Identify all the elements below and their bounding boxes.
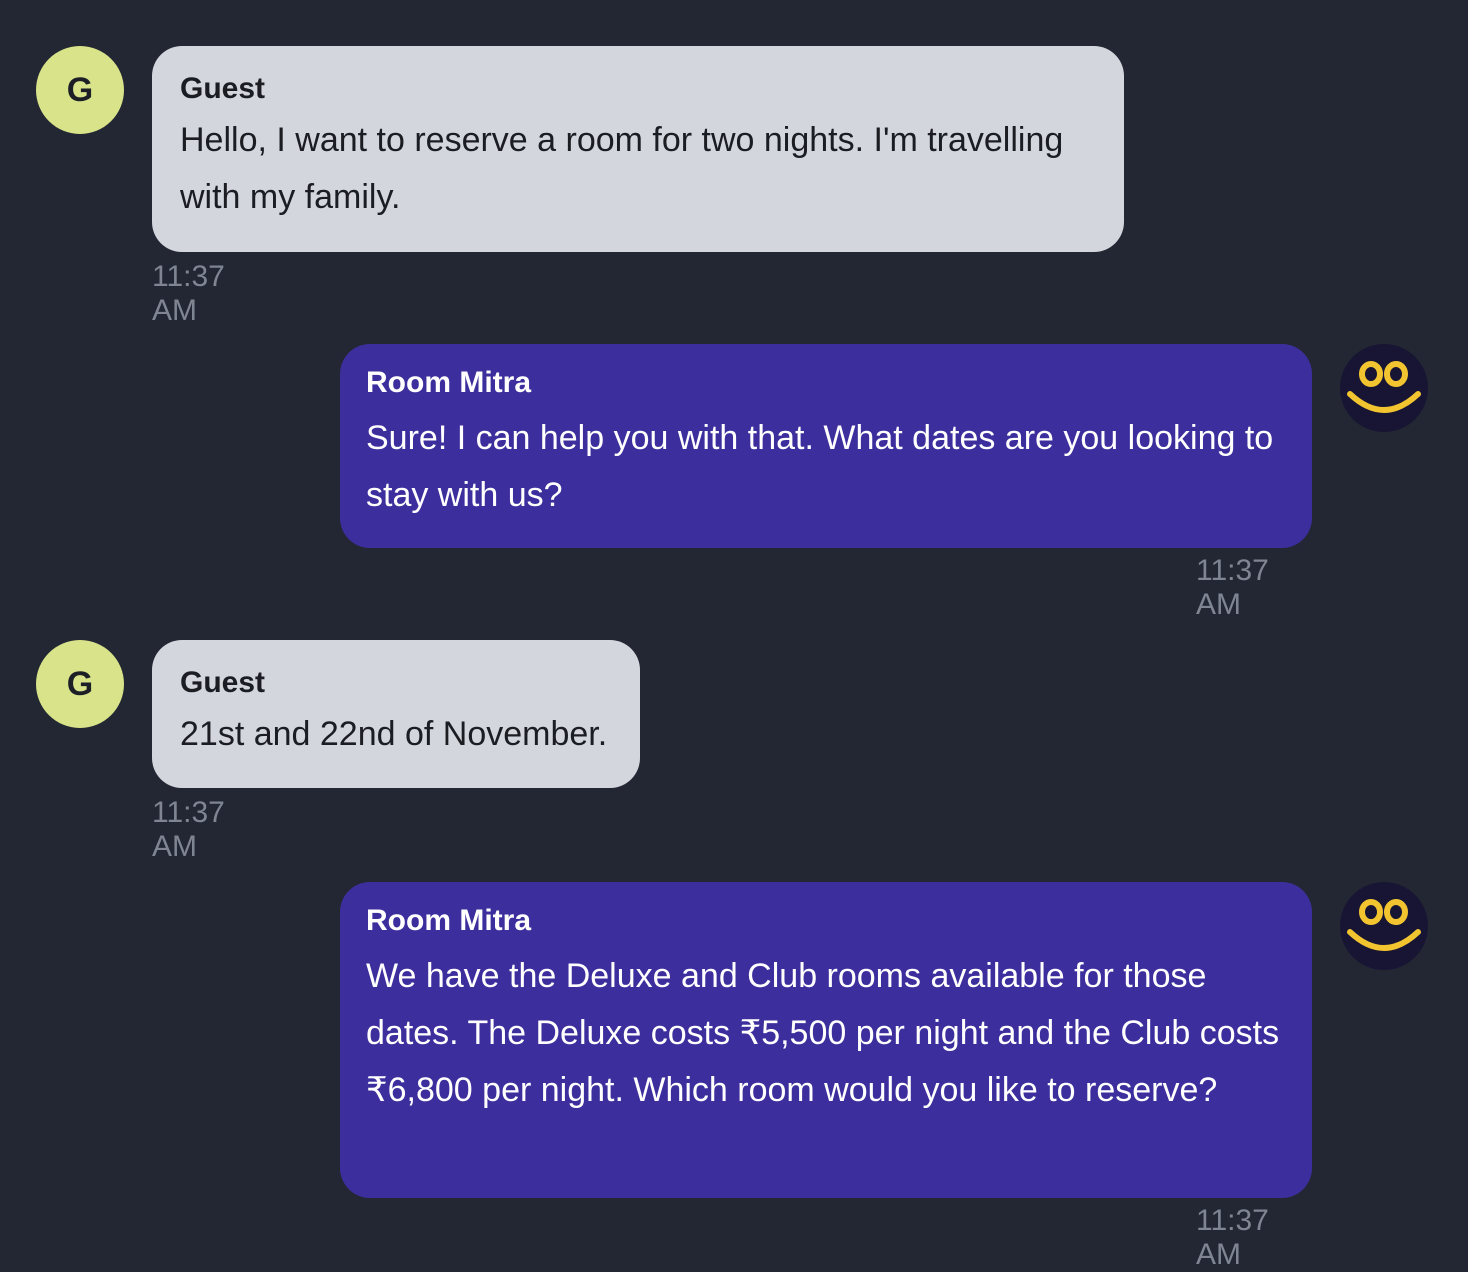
guest-avatar: G (36, 46, 124, 134)
sender-name: Room Mitra (366, 366, 531, 399)
guest-message-bubble: Guest 21st and 22nd of November. (152, 640, 640, 788)
guest-message-bubble: Guest Hello, I want to reserve a room fo… (152, 46, 1124, 252)
message-text: Sure! I can help you with that. What dat… (366, 419, 1274, 514)
sender-name: Guest (180, 72, 266, 105)
message-timestamp: 11:37 AM (152, 260, 225, 327)
bot-message-bubble: Room Mitra Sure! I can help you with tha… (340, 344, 1312, 548)
message-timestamp: 11:37 AM (1196, 1204, 1269, 1271)
smiley-face-icon (1340, 882, 1428, 970)
guest-avatar-letter: G (66, 664, 94, 703)
message-timestamp: 11:37 AM (152, 796, 225, 863)
guest-avatar-letter: G (66, 70, 94, 109)
message-timestamp: 11:37 AM (1196, 554, 1269, 621)
message-text: We have the Deluxe and Club rooms availa… (366, 957, 1280, 1109)
message-text: 21st and 22nd of November. (180, 715, 608, 753)
guest-avatar: G (36, 640, 124, 728)
sender-name: Room Mitra (366, 904, 531, 937)
message-text: Hello, I want to reserve a room for two … (180, 121, 1064, 216)
smiley-face-icon (1340, 344, 1428, 432)
sender-name: Guest (180, 666, 266, 699)
bot-message-bubble: Room Mitra We have the Deluxe and Club r… (340, 882, 1312, 1198)
